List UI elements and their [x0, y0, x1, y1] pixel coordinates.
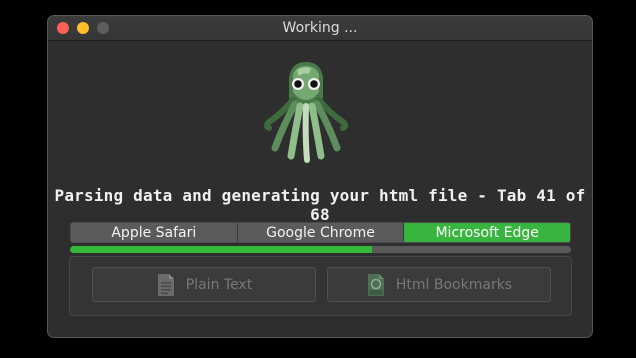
html-bookmarks-label: Html Bookmarks	[395, 276, 513, 293]
plain-text-button[interactable]: Plain Text	[92, 267, 316, 302]
progress-fill	[70, 246, 373, 253]
tab-apple-safari[interactable]: Apple Safari	[71, 223, 238, 242]
window-title: Working ...	[282, 20, 358, 36]
tab-google-chrome[interactable]: Google Chrome	[237, 223, 405, 242]
plain-text-label: Plain Text	[185, 276, 253, 293]
html-bookmarks-button[interactable]: Html Bookmarks	[327, 267, 551, 302]
working-window: Working ... Parsing data and generating …	[47, 15, 593, 338]
export-options-group: Plain Text Html Bookmarks	[69, 256, 572, 316]
status-message: Parsing data and generating your html fi…	[54, 186, 586, 224]
title-bar: Working ...	[48, 16, 592, 41]
tab-microsoft-edge[interactable]: Microsoft Edge	[404, 223, 570, 242]
html-file-icon	[367, 273, 384, 296]
text-file-icon	[157, 273, 174, 296]
progress-bar	[70, 246, 571, 253]
browser-segmented-control: Apple Safari Google Chrome Microsoft Edg…	[70, 222, 571, 243]
octopus-mascot-icon	[264, 62, 348, 163]
